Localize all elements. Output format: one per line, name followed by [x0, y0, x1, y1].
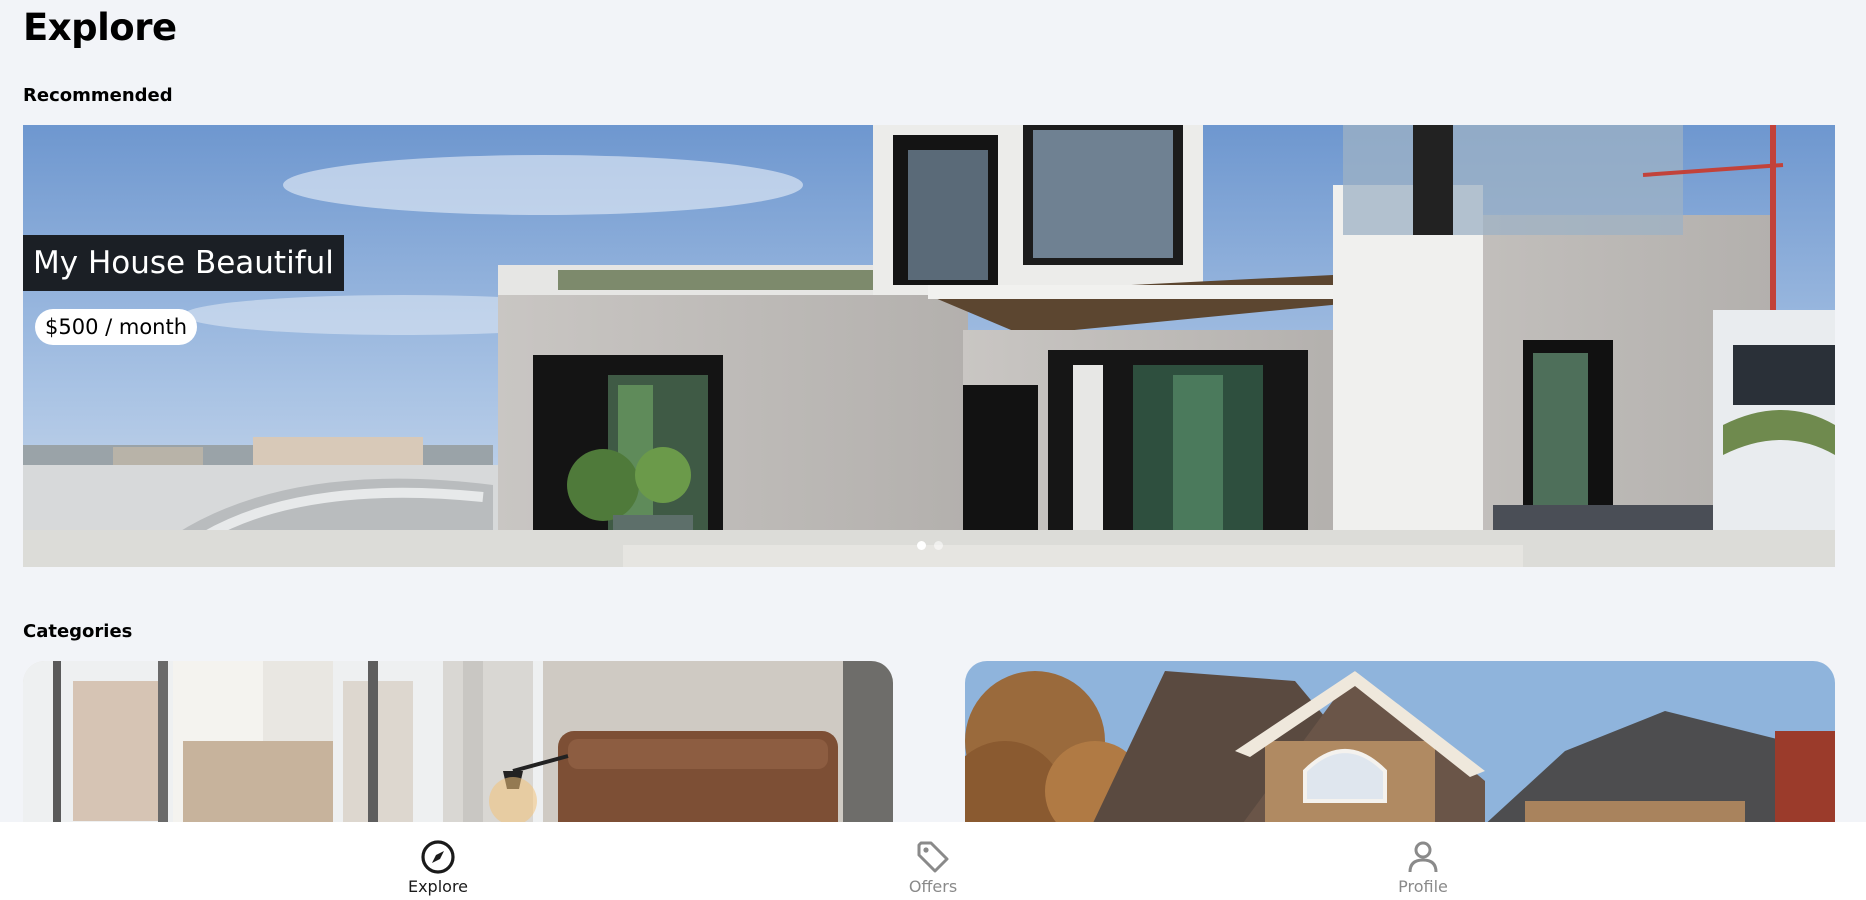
- carousel-dot-2[interactable]: [934, 541, 943, 550]
- nav-item-explore[interactable]: Explore: [338, 822, 538, 900]
- compass-icon: [421, 840, 455, 874]
- tag-icon: [917, 841, 949, 873]
- nav-item-offers[interactable]: Offers: [833, 822, 1033, 900]
- hero-price-badge: $500 / month: [35, 309, 198, 345]
- page-title: Explore: [23, 6, 177, 49]
- recommended-heading: Recommended: [23, 85, 173, 106]
- nav-label-explore: Explore: [407, 877, 469, 896]
- hero-house-image: [23, 125, 1835, 567]
- user-icon: [1408, 841, 1438, 873]
- bottom-navigation: Explore Offers Profile: [0, 822, 1866, 900]
- nav-item-profile[interactable]: Profile: [1323, 822, 1523, 900]
- nav-label-profile: Profile: [1398, 877, 1448, 896]
- recommended-carousel[interactable]: My House Beautiful $500 / month: [23, 125, 1835, 567]
- carousel-pagination: [917, 541, 943, 550]
- nav-label-offers: Offers: [908, 877, 958, 896]
- carousel-dot-1[interactable]: [917, 541, 926, 550]
- hero-listing-title: My House Beautiful: [23, 235, 344, 291]
- categories-heading: Categories: [23, 621, 133, 642]
- explore-page: Explore Recommended My House Beautiful $…: [0, 0, 1866, 900]
